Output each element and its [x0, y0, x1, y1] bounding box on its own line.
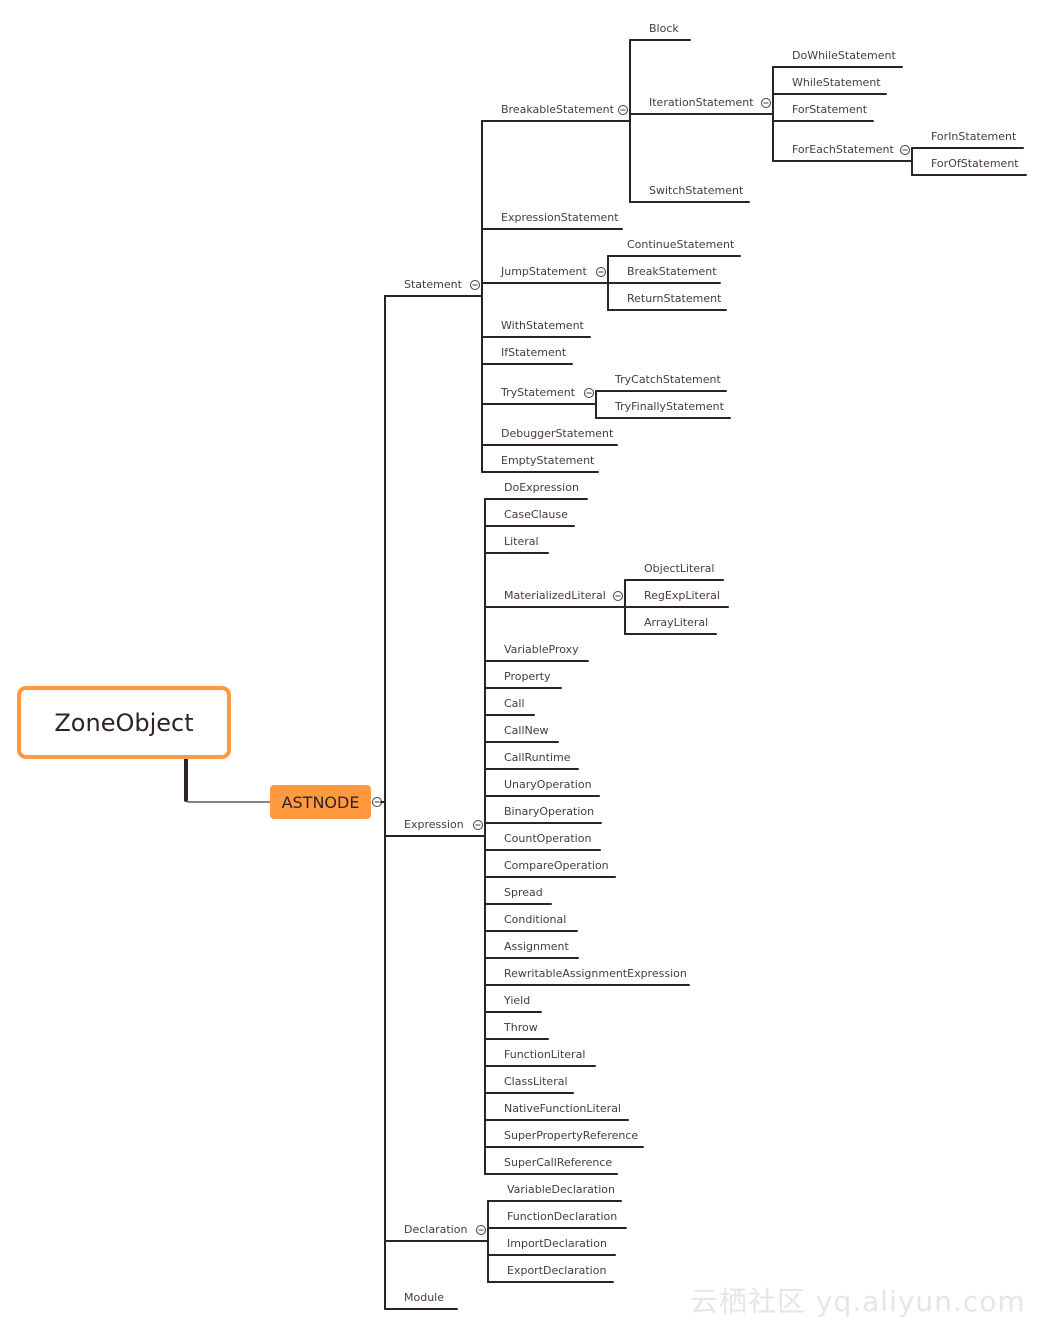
topic-literal[interactable]: Literal — [504, 535, 539, 549]
topic-declaration[interactable]: Declaration — [404, 1223, 467, 1237]
topic-case-clause[interactable]: CaseClause — [504, 508, 568, 522]
topic-native-function-literal[interactable]: NativeFunctionLiteral — [504, 1102, 621, 1116]
topic-continue-statement[interactable]: ContinueStatement — [627, 238, 734, 252]
mind-map-canvas: ZoneObject ASTNODE 云栖社区 yq.aliyun.com St… — [0, 0, 1044, 1325]
topic-jump-statement[interactable]: JumpStatement — [501, 265, 587, 279]
topic-block[interactable]: Block — [649, 22, 679, 36]
topic-export-declaration[interactable]: ExportDeclaration — [507, 1264, 606, 1278]
topic-if-statement[interactable]: IfStatement — [501, 346, 566, 360]
central-topic-zoneobject[interactable]: ZoneObject — [17, 686, 231, 759]
topic-array-literal[interactable]: ArrayLiteral — [644, 616, 708, 630]
topic-variable-proxy[interactable]: VariableProxy — [504, 643, 579, 657]
topic-for-in-statement[interactable]: ForInStatement — [931, 130, 1016, 144]
collapse-toggle-icon[interactable] — [761, 98, 771, 108]
main-topic-label: ASTNODE — [281, 792, 360, 812]
collapse-toggle-icon[interactable] — [584, 388, 594, 398]
topic-module[interactable]: Module — [404, 1291, 444, 1305]
topic-expression[interactable]: Expression — [404, 818, 464, 832]
topic-try-catch-statement[interactable]: TryCatchStatement — [615, 373, 721, 387]
topic-while-statement[interactable]: WhileStatement — [792, 76, 881, 90]
topic-count-operation[interactable]: CountOperation — [504, 832, 591, 846]
connector-lines — [184, 39, 1027, 1310]
topic-throw[interactable]: Throw — [504, 1021, 538, 1035]
topic-do-while-statement[interactable]: DoWhileStatement — [792, 49, 896, 63]
collapse-toggle-icon[interactable] — [473, 820, 483, 830]
topic-call[interactable]: Call — [504, 697, 525, 711]
collapse-toggle-icon[interactable] — [618, 105, 628, 115]
topic-function-declaration[interactable]: FunctionDeclaration — [507, 1210, 617, 1224]
topic-property[interactable]: Property — [504, 670, 551, 684]
collapse-toggle-icon[interactable] — [476, 1225, 486, 1235]
topic-call-new[interactable]: CallNew — [504, 724, 549, 738]
topic-for-of-statement[interactable]: ForOfStatement — [931, 157, 1019, 171]
topic-materialized-literal[interactable]: MaterializedLiteral — [504, 589, 606, 603]
topic-breakable-statement[interactable]: BreakableStatement — [501, 103, 614, 117]
topic-empty-statement[interactable]: EmptyStatement — [501, 454, 594, 468]
topic-try-finally-statement[interactable]: TryFinallyStatement — [615, 400, 724, 414]
topic-variable-declaration[interactable]: VariableDeclaration — [507, 1183, 615, 1197]
topic-reg-exp-literal[interactable]: RegExpLiteral — [644, 589, 720, 603]
topic-spread[interactable]: Spread — [504, 886, 543, 900]
topic-class-literal[interactable]: ClassLiteral — [504, 1075, 568, 1089]
topic-import-declaration[interactable]: ImportDeclaration — [507, 1237, 607, 1251]
topic-rewritable-assignment-expression[interactable]: RewritableAssignmentExpression — [504, 967, 687, 981]
collapse-toggle-icon[interactable] — [470, 280, 480, 290]
topic-super-property-reference[interactable]: SuperPropertyReference — [504, 1129, 638, 1143]
topic-binary-operation[interactable]: BinaryOperation — [504, 805, 594, 819]
main-topic-astnode[interactable]: ASTNODE — [270, 785, 371, 819]
watermark: 云栖社区 yq.aliyun.com — [690, 1285, 1026, 1318]
topic-for-statement[interactable]: ForStatement — [792, 103, 867, 117]
topic-with-statement[interactable]: WithStatement — [501, 319, 584, 333]
central-topic-label: ZoneObject — [54, 708, 194, 737]
topic-conditional[interactable]: Conditional — [504, 913, 566, 927]
topic-return-statement[interactable]: ReturnStatement — [627, 292, 721, 306]
collapse-toggle-icon[interactable] — [613, 591, 623, 601]
topic-debugger-statement[interactable]: DebuggerStatement — [501, 427, 613, 441]
topic-assignment[interactable]: Assignment — [504, 940, 569, 954]
collapse-toggle-icon[interactable] — [900, 145, 910, 155]
topic-try-statement[interactable]: TryStatement — [501, 386, 575, 400]
topic-do-expression[interactable]: DoExpression — [504, 481, 579, 495]
topic-super-call-reference[interactable]: SuperCallReference — [504, 1156, 612, 1170]
topic-function-literal[interactable]: FunctionLiteral — [504, 1048, 585, 1062]
topic-unary-operation[interactable]: UnaryOperation — [504, 778, 592, 792]
topic-iteration-statement[interactable]: IterationStatement — [649, 96, 754, 110]
collapse-toggle-icon[interactable] — [596, 267, 606, 277]
topic-switch-statement[interactable]: SwitchStatement — [649, 184, 743, 198]
topic-call-runtime[interactable]: CallRuntime — [504, 751, 570, 765]
topic-break-statement[interactable]: BreakStatement — [627, 265, 717, 279]
topic-yield[interactable]: Yield — [504, 994, 530, 1008]
topic-statement[interactable]: Statement — [404, 278, 462, 292]
topic-compare-operation[interactable]: CompareOperation — [504, 859, 609, 873]
topic-expression-statement[interactable]: ExpressionStatement — [501, 211, 619, 225]
topic-object-literal[interactable]: ObjectLiteral — [644, 562, 714, 576]
topic-for-each-statement[interactable]: ForEachStatement — [792, 143, 894, 157]
